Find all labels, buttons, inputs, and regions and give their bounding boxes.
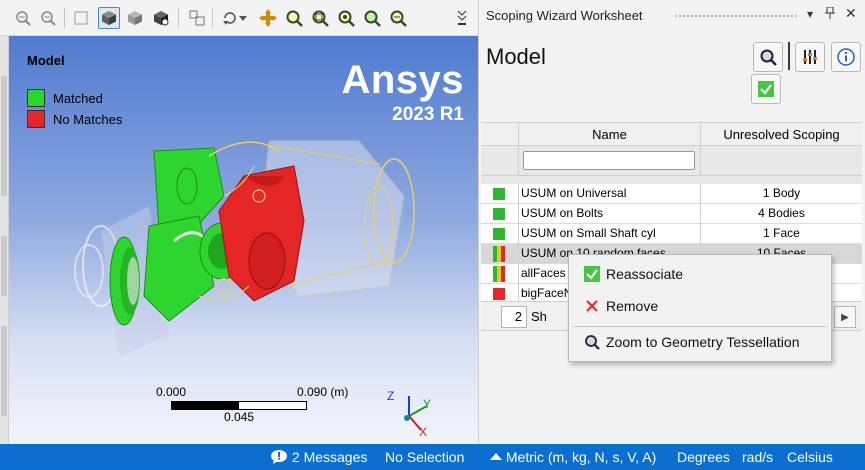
graphics-viewport[interactable]: Model Matched No Matches Ansys 2023 R1 0… (9, 36, 478, 444)
triad-z-label: Z (387, 389, 394, 403)
triad-y-label: Y (423, 397, 431, 411)
zoom-to-button[interactable] (753, 42, 783, 72)
close-icon (584, 298, 600, 314)
triad-x-label: X (419, 425, 427, 438)
scale-mid: 0.045 (224, 410, 255, 424)
temperature-unit[interactable]: Celsius (787, 449, 833, 465)
panel-header: Scoping Wizard Worksheet ▾ ✕ (479, 0, 865, 30)
pin-icon[interactable] (825, 6, 835, 22)
check-icon (584, 266, 600, 282)
axis-triad[interactable]: Z Y X (379, 388, 439, 438)
column-header-name[interactable]: Name (518, 123, 700, 147)
partial-status-icon (493, 266, 505, 282)
legend-swatch-no-matches (27, 110, 45, 128)
panel-title: Scoping Wizard Worksheet (486, 8, 643, 23)
matched-status-icon (493, 208, 505, 220)
selection-status: No Selection (385, 449, 465, 465)
scale-max: 0.090 (m) (297, 385, 349, 399)
apply-check-button[interactable] (751, 74, 781, 104)
next-page-chevron-right-icon[interactable]: ▶ (834, 306, 856, 328)
box-zoom-icon[interactable] (186, 7, 208, 29)
settings-button[interactable] (795, 42, 825, 72)
scoping-wizard-panel: Scoping Wizard Worksheet ▾ ✕ Model Name (478, 0, 865, 444)
matched-status-icon (493, 188, 505, 200)
menu-item-zoom-to-geometry-tessellation[interactable]: Zoom to Geometry Tessellation (569, 328, 831, 356)
page-number-input[interactable]: 2 (501, 306, 527, 328)
table-row[interactable]: USUM on Bolts 4 Bodies (481, 204, 862, 224)
panel-grip[interactable] (674, 14, 799, 18)
rotational-velocity-unit[interactable]: rad/s (742, 449, 773, 465)
menu-separator (573, 326, 827, 327)
angle-unit[interactable]: Degrees (677, 449, 730, 465)
edges-cube-icon[interactable] (150, 7, 172, 29)
wireframe-cube-icon[interactable] (124, 7, 146, 29)
ansys-version: 2023 R1 (392, 104, 464, 125)
pan-icon[interactable] (257, 7, 279, 29)
menu-item-reassociate[interactable]: Reassociate (569, 260, 831, 288)
zoom-icon (584, 334, 600, 350)
grid-header: Name Unresolved Scoping (481, 122, 862, 147)
zoom-icon[interactable] (283, 7, 305, 29)
table-row[interactable]: USUM on Universal 1 Body (481, 184, 862, 204)
grid-filter-row (481, 146, 862, 176)
expand-icon[interactable] (70, 7, 92, 29)
legend-swatch-matched (27, 89, 45, 107)
graphics-toolbar (0, 0, 478, 36)
panel-heading: Model (486, 44, 546, 69)
matched-status-icon (493, 228, 505, 240)
scale-bar (171, 401, 307, 410)
zoom-out-icon[interactable] (37, 7, 59, 29)
left-panel-strip (0, 36, 9, 444)
legend-no-matches: No Matches (27, 110, 122, 128)
zoom-box-icon[interactable] (309, 7, 331, 29)
zoom-selection-icon[interactable] (361, 7, 383, 29)
info-icon (837, 48, 855, 66)
context-menu: Reassociate Remove Zoom to Geometry Tess… (568, 254, 832, 362)
partial-status-icon (493, 246, 505, 262)
rotate-dropdown-chevron-down-icon[interactable] (238, 7, 248, 29)
zoom-previous-icon[interactable] (387, 7, 409, 29)
ansys-logo: Ansys (341, 58, 464, 102)
unit-system-selector[interactable]: Metric (m, kg, N, s, V, A) (490, 449, 656, 465)
pager-label: Sh (531, 309, 547, 324)
zoom-icon (760, 49, 777, 66)
no-match-status-icon (493, 288, 505, 300)
zoom-fit-icon[interactable] (335, 7, 357, 29)
zoom-in-icon[interactable] (12, 7, 34, 29)
close-icon[interactable]: ✕ (845, 5, 857, 22)
status-bar: 2 Messages No Selection Metric (m, kg, N… (0, 444, 865, 470)
chevron-up-icon (490, 453, 502, 460)
panel-menu-chevron-down-icon[interactable]: ▾ (807, 7, 813, 21)
scale-min: 0.000 (156, 385, 187, 399)
viewport-title: Model (27, 53, 65, 68)
name-filter-input[interactable] (523, 151, 695, 170)
info-button[interactable] (831, 42, 861, 72)
shaded-cube-icon[interactable] (98, 7, 120, 29)
column-header-unresolved[interactable]: Unresolved Scoping (700, 123, 862, 147)
table-row[interactable]: USUM on Small Shaft cyl 1 Face (481, 224, 862, 244)
legend-matched: Matched (27, 89, 103, 107)
message-balloon-icon (271, 450, 287, 464)
menu-item-remove[interactable]: Remove (569, 292, 831, 320)
toolbar-overflow-chevron-icon[interactable] (454, 7, 470, 29)
messages-status[interactable]: 2 Messages (270, 449, 367, 465)
check-icon (758, 81, 774, 97)
sliders-icon (803, 50, 817, 64)
